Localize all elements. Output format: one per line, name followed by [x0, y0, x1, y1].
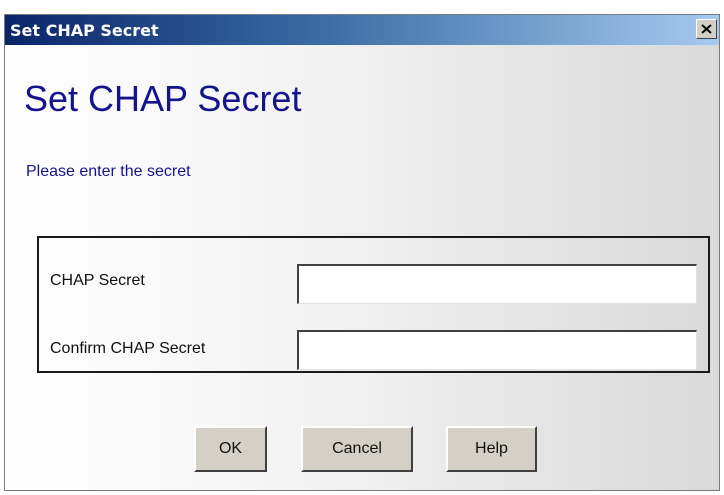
- confirm-chap-secret-label: Confirm CHAP Secret: [50, 340, 206, 357]
- instructions-text: Please enter the secret: [26, 163, 191, 180]
- help-button[interactable]: Help: [446, 426, 537, 472]
- confirm-chap-secret-input[interactable]: [297, 330, 697, 370]
- cancel-button[interactable]: Cancel: [301, 426, 413, 472]
- secret-fields-group: CHAP Secret Confirm CHAP Secret: [37, 236, 710, 373]
- chap-secret-label: CHAP Secret: [50, 272, 145, 289]
- ok-button[interactable]: OK: [194, 426, 267, 472]
- chap-secret-input[interactable]: [297, 264, 697, 304]
- page-title: Set CHAP Secret: [24, 78, 302, 119]
- close-button[interactable]: [696, 19, 717, 39]
- close-icon: [701, 24, 712, 34]
- window-title: Set CHAP Secret: [10, 21, 159, 40]
- dialog-window: Set CHAP Secret Set CHAP Secret Please e…: [4, 14, 720, 491]
- title-bar[interactable]: Set CHAP Secret: [5, 15, 719, 45]
